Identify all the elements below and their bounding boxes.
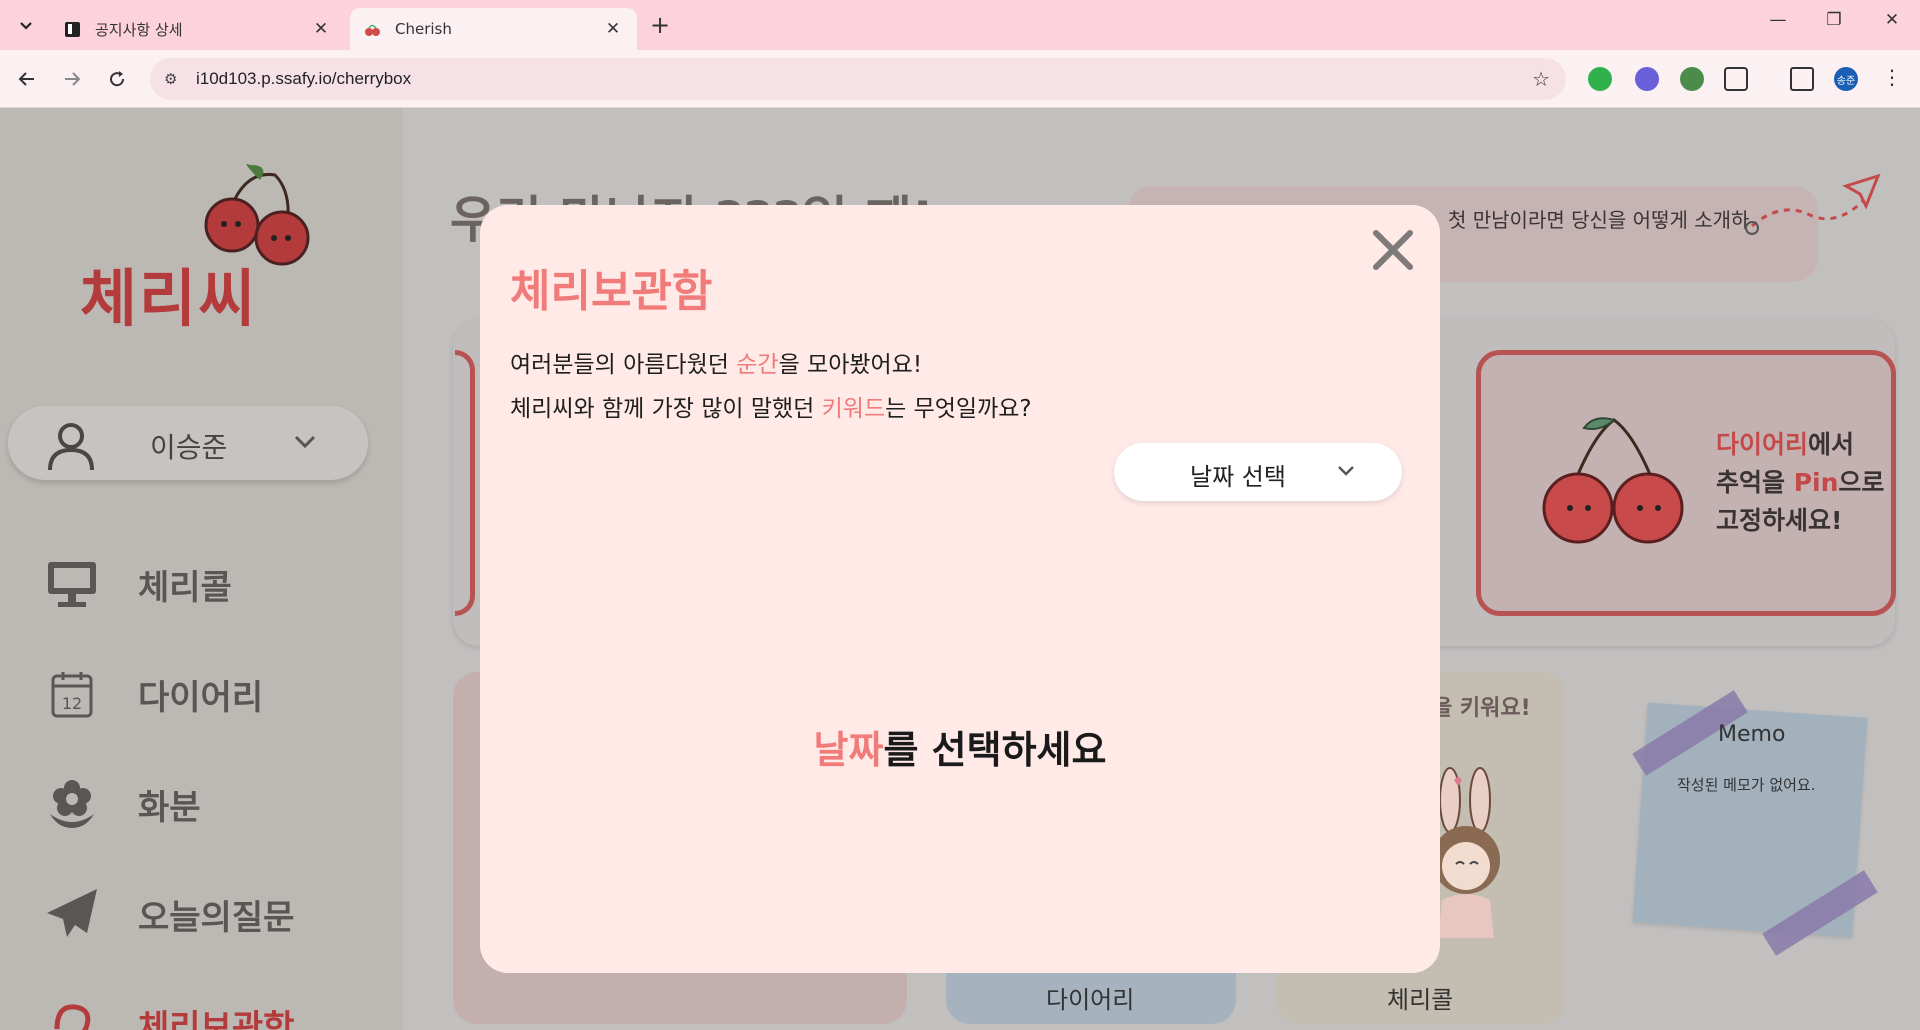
tab-cherish[interactable]: Cherish ✕ [350, 8, 637, 50]
window-close-button[interactable]: ✕ [1872, 10, 1912, 30]
sidebar-item-diary[interactable]: 12 다이어리 [44, 666, 263, 722]
close-icon[interactable] [1370, 227, 1416, 273]
url-text: i10d103.p.ssafy.io/cherrybox [196, 69, 412, 88]
desc-highlight: 순간 [736, 352, 779, 378]
bookmark-star-icon[interactable]: ☆ [1532, 67, 1550, 91]
desc-text: 체리씨와 함께 가장 많이 말했던 [510, 396, 822, 422]
desc-text: 는 무엇일까요? [885, 396, 1032, 422]
tab-title: Cherish [395, 20, 452, 38]
monitor-icon [44, 556, 100, 612]
sidebar-item-flowerpot[interactable]: 화분 [44, 776, 201, 832]
diary-card-label: 다이어리 [1046, 986, 1135, 1014]
reload-button[interactable] [102, 64, 132, 94]
promo-text-part: 으로 [1838, 468, 1885, 497]
close-icon[interactable]: ✕ [603, 19, 623, 39]
shield-extension-icon[interactable] [1588, 67, 1612, 91]
close-icon[interactable]: ✕ [311, 19, 331, 39]
memo-title: Memo [1718, 722, 1786, 747]
new-tab-button[interactable]: + [650, 11, 670, 39]
sidebar-item-label: 체리보관함 [138, 1007, 295, 1030]
chevron-down-icon [294, 435, 316, 449]
user-icon [48, 423, 94, 471]
address-bar[interactable]: ⚙ i10d103.p.ssafy.io/cherrybox ☆ [150, 58, 1566, 100]
cherry-mascot-icon [1542, 417, 1684, 544]
modal-title: 체리보관함 [510, 266, 713, 317]
logo-text: 체리씨 [80, 262, 258, 335]
cherry-favicon-icon [365, 24, 380, 36]
arrow-right-icon [65, 72, 81, 86]
promo-text-part: 고정하세요! [1716, 506, 1843, 535]
browser-menu-icon[interactable]: ⋮ [1880, 67, 1904, 91]
puzzle-extensions-icon[interactable] [1724, 67, 1748, 91]
modal-description-line1: 여러분들의 아름다웠던 순간을 모아봤어요! [510, 345, 922, 379]
chevron-down-icon [20, 22, 32, 30]
memo-body: 작성된 메모가 없어요. [1677, 776, 1816, 794]
keyword-hint-text: 을 키워요! [1432, 696, 1531, 721]
tab-search-button[interactable] [10, 9, 42, 41]
sidebar-item-cherrycall[interactable]: 체리콜 [44, 556, 232, 612]
modal-description-line2: 체리씨와 함께 가장 많이 말했던 키워드는 무엇일까요? [510, 389, 1032, 423]
empty-state-message: 날짜를 선택하세요 [480, 719, 1440, 774]
flower-icon [44, 776, 100, 832]
carousel-card-prev[interactable] [455, 350, 475, 616]
sidebar-item-label: 화분 [138, 787, 201, 828]
notice-favicon-icon [65, 21, 80, 37]
side-panel-icon[interactable] [1790, 67, 1814, 91]
reload-icon [110, 71, 125, 87]
browser-toolbar: ⚙ i10d103.p.ssafy.io/cherrybox ☆ 송준 ⋮ [0, 50, 1920, 108]
sidebar-item-cherrybox[interactable]: 체리보관함 [44, 996, 294, 1030]
arrow-left-icon [18, 72, 34, 86]
tab-notice[interactable]: 공지사항 상세 ✕ [50, 8, 345, 50]
cherrybox-modal: 체리보관함 여러분들의 아름다웠던 순간을 모아봤어요! 체리씨와 함께 가장 … [480, 205, 1440, 973]
sidebar-item-label: 다이어리 [138, 677, 264, 718]
cherrycall-card-label: 체리콜 [1387, 986, 1454, 1014]
minimize-button[interactable]: — [1758, 10, 1798, 30]
empty-text: 를 선택하세요 [883, 728, 1107, 772]
forward-button[interactable] [57, 64, 87, 94]
promo-text-part: 에서 [1808, 430, 1855, 459]
browser-tab-bar: 공지사항 상세 ✕ Cherish ✕ + — ❐ ✕ [0, 0, 1920, 50]
restore-button[interactable]: ❐ [1814, 10, 1854, 30]
desc-text: 을 모아봤어요! [778, 352, 923, 378]
user-selector[interactable]: 이승준 [8, 406, 368, 480]
paper-plane-icon [44, 886, 100, 942]
svg-text:12: 12 [62, 694, 82, 713]
date-select-label: 날짜 선택 [1190, 463, 1286, 491]
rose-icon [44, 996, 100, 1030]
desc-text: 여러분들의 아름다웠던 [510, 352, 737, 378]
user-name: 이승준 [150, 431, 228, 464]
paper-plane-doodle-icon [1745, 173, 1881, 235]
promo-text: 다이어리에서 추억을 Pin으로 고정하세요! [1716, 426, 1884, 540]
promo-highlight: 다이어리 [1716, 430, 1809, 459]
site-settings-icon[interactable]: ⚙ [164, 70, 177, 88]
sidebar-item-daily-question[interactable]: 오늘의질문 [44, 886, 294, 942]
chevron-down-icon [1338, 466, 1354, 476]
back-button[interactable] [12, 64, 42, 94]
bunny-girl-illustration-icon [1432, 767, 1500, 938]
promo-text-part: 추억을 [1716, 468, 1794, 497]
empty-highlight: 날짜 [813, 728, 884, 772]
sidebar-item-label: 오늘의질문 [138, 897, 295, 938]
promo-highlight: Pin [1793, 468, 1839, 497]
sidebar-item-label: 체리콜 [138, 567, 232, 608]
daily-question-text: 첫 만남이라면 당신을 어떻게 소개하 [1448, 208, 1750, 232]
profile-avatar[interactable]: 송준 [1834, 67, 1858, 91]
extension-icon[interactable] [1635, 67, 1659, 91]
extension-icon[interactable] [1680, 67, 1704, 91]
calendar-icon: 12 [44, 666, 100, 722]
desc-highlight: 키워드 [821, 396, 886, 422]
tab-title: 공지사항 상세 [95, 20, 183, 39]
date-select-dropdown[interactable]: 날짜 선택 [1114, 443, 1402, 501]
